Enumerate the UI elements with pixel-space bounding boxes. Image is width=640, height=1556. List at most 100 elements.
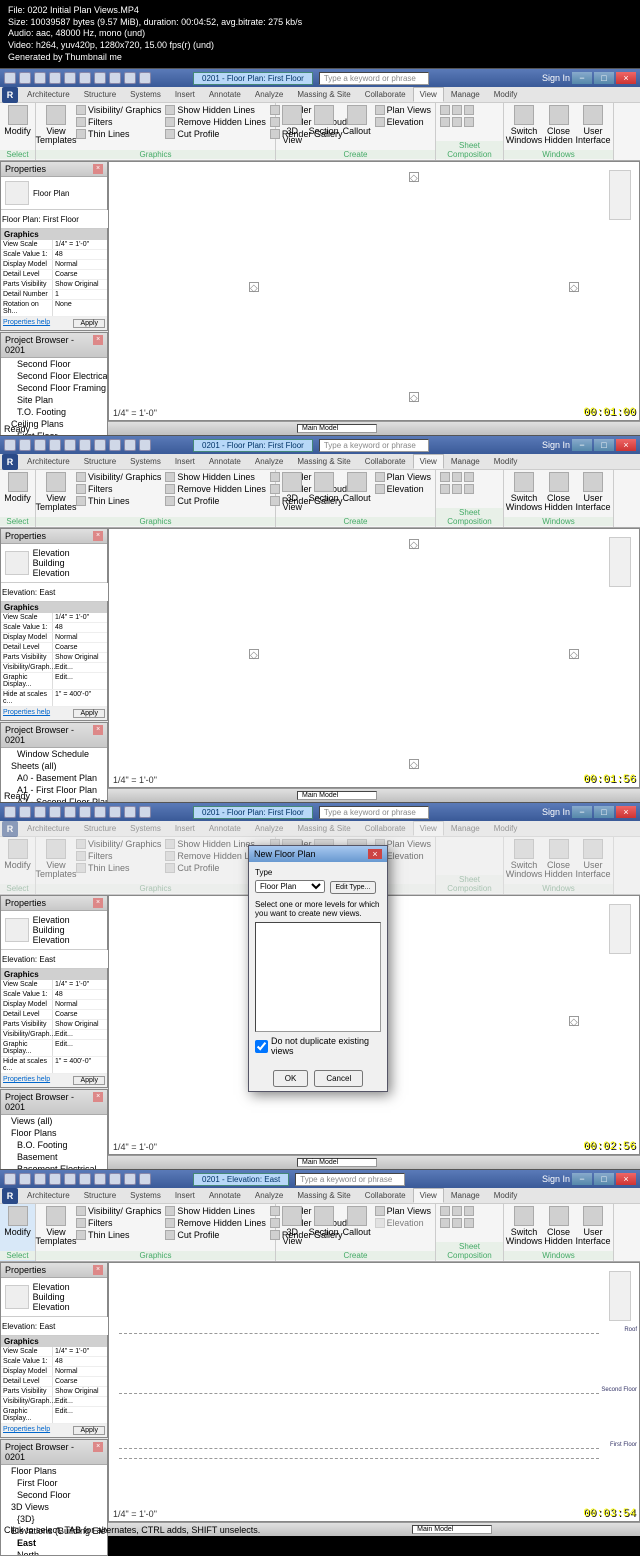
elevation-marker[interactable]: ◇ [409, 759, 419, 769]
qat-button[interactable] [49, 806, 61, 818]
tab-manage[interactable]: Manage [444, 1188, 487, 1203]
tab-analyze[interactable]: Analyze [248, 1188, 290, 1203]
tree-group[interactable]: Sheets (all) [1, 760, 107, 772]
navigation-bar[interactable] [609, 537, 631, 587]
tab-massing[interactable]: Massing & Site [290, 1188, 357, 1203]
qat-button[interactable] [4, 439, 16, 451]
qat-button[interactable] [109, 1173, 121, 1185]
drawing-canvas[interactable]: ◇ ◇ ◇ ◇ 1/4" = 1'-0" [108, 161, 640, 421]
qat-button[interactable] [124, 439, 136, 451]
qat-button[interactable] [94, 1173, 106, 1185]
maximize-button[interactable]: □ [594, 439, 614, 451]
qat-button[interactable] [34, 72, 46, 84]
sheet-icon[interactable] [452, 472, 462, 482]
qat-button[interactable] [34, 806, 46, 818]
tab-structure[interactable]: Structure [77, 87, 123, 102]
tree-item[interactable]: {3D} [1, 1513, 107, 1525]
tab-structure[interactable]: Structure [77, 1188, 123, 1203]
level-line[interactable] [119, 1448, 599, 1449]
filters-button[interactable]: Filters [76, 484, 161, 494]
qat-button[interactable] [79, 72, 91, 84]
elevation-marker[interactable]: ◇ [409, 172, 419, 182]
cancel-button[interactable]: Cancel [314, 1070, 363, 1087]
tab-modify[interactable]: Modify [487, 1188, 525, 1203]
elevation-marker[interactable]: ◇ [569, 649, 579, 659]
sheet-icon[interactable] [452, 105, 462, 115]
tree-item[interactable]: Second Floor Framing [1, 382, 107, 394]
qat-button[interactable] [64, 806, 76, 818]
elevation-marker[interactable]: ◇ [569, 1016, 579, 1026]
scale-display[interactable]: 1/4" = 1'-0" [113, 1142, 157, 1152]
sheet-icon[interactable] [464, 117, 474, 127]
workset-combo[interactable]: Main Model [412, 1525, 492, 1534]
qat-button[interactable] [139, 806, 151, 818]
tab-modify[interactable]: Modify [487, 87, 525, 102]
tree-item[interactable]: Second Floor [1, 358, 107, 370]
qat-button[interactable] [4, 72, 16, 84]
qat-button[interactable] [34, 439, 46, 451]
tab-manage[interactable]: Manage [444, 454, 487, 469]
maximize-button[interactable]: □ [594, 72, 614, 84]
tab-analyze[interactable]: Analyze [248, 454, 290, 469]
tree-group[interactable]: Floor Plans [1, 1127, 107, 1139]
tab-systems[interactable]: Systems [123, 454, 168, 469]
close-icon[interactable]: × [93, 725, 103, 735]
qat-button[interactable] [19, 1173, 31, 1185]
apply-button[interactable]: Apply [73, 1076, 105, 1085]
qat-button[interactable] [79, 1173, 91, 1185]
close-icon[interactable]: × [368, 849, 382, 859]
elevation-marker[interactable]: ◇ [249, 282, 259, 292]
app-logo-icon[interactable]: R [2, 454, 18, 470]
minimize-button[interactable]: − [572, 439, 592, 451]
minimize-button[interactable]: − [572, 1173, 592, 1185]
elevation-marker[interactable]: ◇ [409, 539, 419, 549]
qat-button[interactable] [49, 439, 61, 451]
level-tag[interactable]: Roof [624, 1327, 637, 1333]
tab-annotate[interactable]: Annotate [202, 454, 248, 469]
apply-button[interactable]: Apply [73, 1426, 105, 1435]
tab-systems[interactable]: Systems [123, 87, 168, 102]
close-button[interactable]: × [616, 806, 636, 818]
tab-modify[interactable]: Modify [487, 454, 525, 469]
sign-in-link[interactable]: Sign In [542, 73, 570, 83]
qat-button[interactable] [124, 72, 136, 84]
tab-systems[interactable]: Systems [123, 1188, 168, 1203]
navigation-bar[interactable] [609, 1271, 631, 1321]
view-templates-button[interactable]: View Templates [40, 1206, 72, 1246]
view-templates-button[interactable]: View Templates [40, 472, 72, 512]
navigation-bar[interactable] [609, 170, 631, 220]
elevation-button[interactable]: Elevation [375, 117, 431, 127]
filters-button[interactable]: Filters [76, 117, 161, 127]
switch-windows-button[interactable]: Switch Windows [508, 1206, 540, 1246]
navigation-bar[interactable] [609, 904, 631, 954]
tab-insert[interactable]: Insert [168, 1188, 202, 1203]
user-interface-button[interactable]: User Interface [577, 105, 609, 145]
show-hidden-button[interactable]: Show Hidden Lines [165, 105, 266, 115]
tab-insert[interactable]: Insert [168, 87, 202, 102]
search-input[interactable]: Type a keyword or phrase [319, 806, 429, 819]
tree-group[interactable]: Views (all) [1, 1115, 107, 1127]
qat-button[interactable] [109, 72, 121, 84]
qat-button[interactable] [124, 806, 136, 818]
drawing-canvas[interactable]: ◇ ◇ ◇ ◇ 1/4" = 1'-0" [108, 528, 640, 788]
level-tag[interactable]: Second Floor [601, 1387, 637, 1393]
drawing-canvas[interactable]: Roof Second Floor First Floor 1/4" = 1'-… [108, 1262, 640, 1522]
close-button[interactable]: × [616, 439, 636, 451]
callout-button[interactable]: Callout [343, 105, 371, 136]
type-selector[interactable] [1, 950, 113, 968]
tree-item[interactable]: First Floor [1, 1477, 107, 1489]
properties-help-link[interactable]: Properties help [3, 319, 50, 328]
type-selector[interactable] [1, 210, 113, 228]
callout-button[interactable]: Callout [343, 472, 371, 503]
close-button[interactable]: × [616, 72, 636, 84]
modify-button[interactable]: Modify [4, 472, 31, 503]
close-icon[interactable]: × [93, 1265, 103, 1275]
tree-group[interactable]: Floor Plans [1, 1465, 107, 1477]
qat-button[interactable] [64, 1173, 76, 1185]
tab-architecture[interactable]: Architecture [20, 87, 77, 102]
tree-item[interactable]: East [1, 1537, 107, 1549]
workset-combo[interactable]: Main Model [297, 1158, 377, 1167]
thin-lines-button[interactable]: Thin Lines [76, 129, 161, 139]
tree-item[interactable]: North [1, 1549, 107, 1555]
tree-item[interactable]: Site Plan [1, 394, 107, 406]
